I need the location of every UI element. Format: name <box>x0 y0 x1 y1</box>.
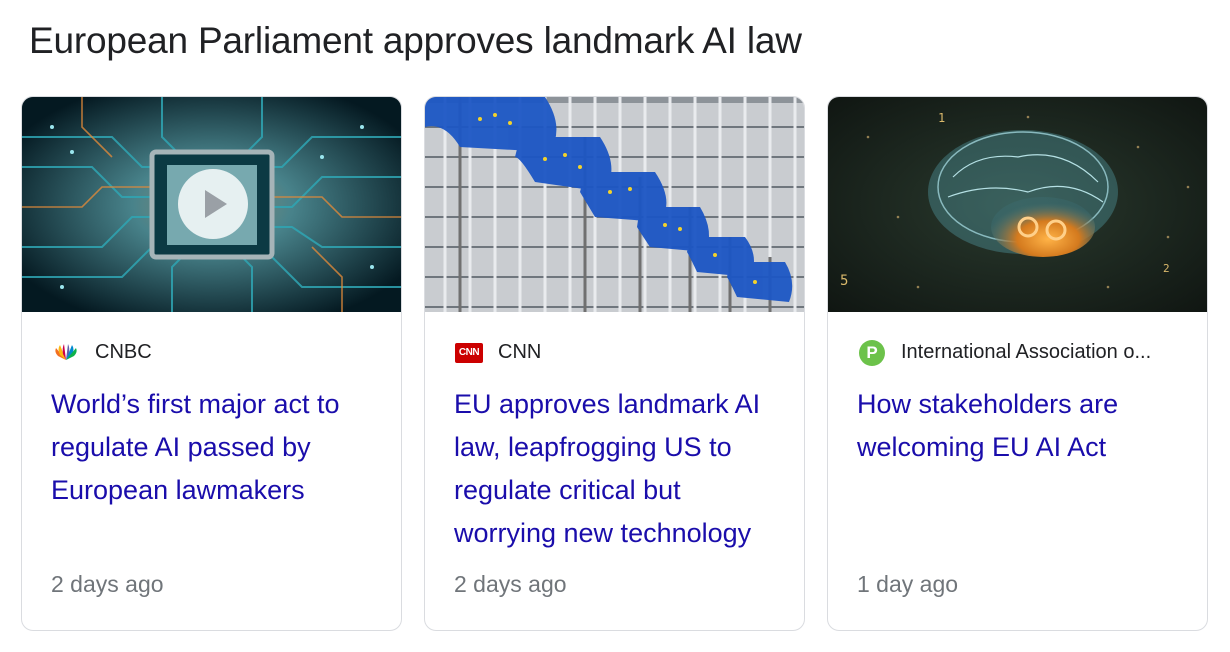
source-row: CNBC <box>51 341 381 364</box>
iapp-logo-text: P <box>859 339 885 366</box>
cnbc-peacock-icon <box>51 342 81 364</box>
iapp-logo-icon: P <box>857 339 887 366</box>
headline-link[interactable]: World’s first major act to regulate AI p… <box>51 383 381 512</box>
news-card-iapp[interactable]: 1 5 2 P International Association o... H… <box>827 96 1208 631</box>
news-card-cnn[interactable]: CNN CNN EU approves landmark AI law, lea… <box>424 96 805 631</box>
source-name: International Association o... <box>901 341 1152 363</box>
cnn-logo-icon: CNN <box>454 342 484 364</box>
news-card-cnbc[interactable]: CNBC World’s first major act to regulate… <box>21 96 402 631</box>
circuit-chip-image[interactable] <box>22 97 401 312</box>
cnn-logo-text: CNN <box>455 342 483 363</box>
headline-link[interactable]: How stakeholders are welcoming EU AI Act <box>857 383 1187 469</box>
news-carousel: CNBC World’s first major act to regulate… <box>21 96 1208 631</box>
section-title: European Parliament approves landmark AI… <box>29 20 802 61</box>
timestamp: 1 day ago <box>857 571 959 597</box>
svg-text:1: 1 <box>938 111 945 125</box>
source-row: CNN CNN <box>454 341 784 364</box>
source-name: CNN <box>498 341 542 363</box>
play-icon <box>205 190 227 218</box>
source-name: CNBC <box>95 341 152 363</box>
source-row: P International Association o... <box>857 339 1187 366</box>
play-button[interactable] <box>178 169 248 239</box>
svg-text:2: 2 <box>1163 262 1170 275</box>
svg-text:5: 5 <box>840 273 848 289</box>
headline-link[interactable]: EU approves landmark AI law, leapfroggin… <box>454 383 784 555</box>
eu-flags-building-image[interactable] <box>425 97 804 312</box>
digital-brain-image[interactable]: 1 5 2 <box>828 97 1207 312</box>
timestamp: 2 days ago <box>454 571 567 597</box>
timestamp: 2 days ago <box>51 571 164 597</box>
